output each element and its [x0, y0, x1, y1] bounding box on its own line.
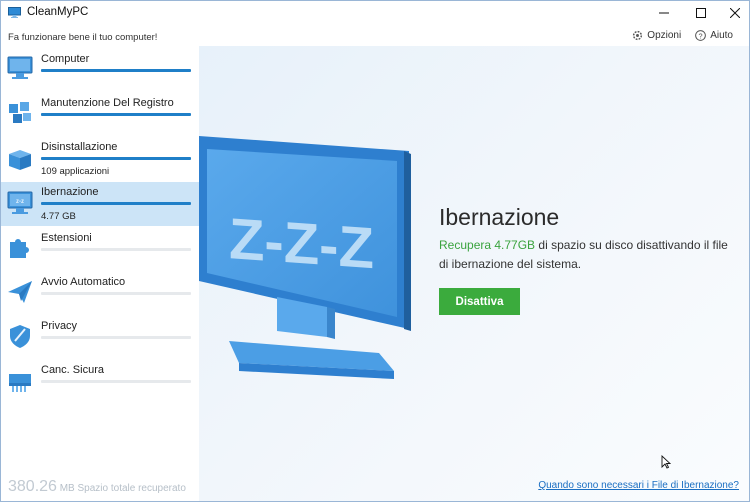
- tagline: Fa funzionare bene il tuo computer!: [8, 32, 158, 43]
- help-header-link[interactable]: ? Aiuto: [695, 30, 733, 41]
- page-title: Ibernazione: [439, 204, 560, 230]
- sidebar-progress: [41, 336, 191, 339]
- maximize-icon: [696, 8, 706, 18]
- options-label: Opzioni: [647, 30, 682, 41]
- shredder-icon: [9, 374, 31, 392]
- title-bar: CleanMyPC: [1, 1, 749, 25]
- box-icon: [9, 150, 31, 170]
- sidebar-item-label: Computer: [41, 53, 90, 65]
- app-window: CleanMyPC Fa funzionare bene il tuo comp…: [0, 0, 750, 502]
- progress-fill: [41, 157, 191, 160]
- help-icon: ?: [695, 30, 707, 41]
- hibernation-help-link[interactable]: Quando sono necessari i File di Ibernazi…: [538, 480, 739, 491]
- sidebar-item-label: Ibernazione: [41, 186, 99, 198]
- progress-fill: [41, 202, 191, 205]
- minimize-icon: [659, 12, 669, 14]
- sidebar-item-label: Privacy: [41, 320, 78, 332]
- recovered-space: 380.26 MB Spazio totale recuperato: [8, 478, 186, 496]
- sidebar-item-secure-delete[interactable]: Canc. Sicura: [1, 358, 199, 402]
- sidebar-item-extensions[interactable]: Estensioni: [1, 226, 199, 270]
- sidebar-item-label: Canc. Sicura: [41, 364, 104, 376]
- hibernation-monitor-icon: z-z: [7, 191, 33, 214]
- sidebar-progress: [41, 292, 191, 295]
- svg-text:z-z: z-z: [16, 199, 24, 205]
- progress-fill: [41, 113, 191, 116]
- sidebar-progress: [41, 113, 191, 116]
- sidebar-item-label: Avvio Automatico: [41, 276, 126, 288]
- header-links: Opzioni ? Aiuto: [632, 30, 733, 41]
- registry-cubes-icon: [9, 102, 31, 123]
- computer-icon: [7, 56, 33, 79]
- recovered-text: MB Spazio totale recuperato: [59, 483, 186, 494]
- disable-button[interactable]: Disattiva: [439, 288, 520, 315]
- sidebar-item-registry[interactable]: Manutenzione Del Registro: [1, 90, 199, 134]
- progress-fill: [41, 69, 191, 72]
- sidebar-item-label: Manutenzione Del Registro: [41, 97, 174, 109]
- sidebar-progress: [41, 157, 191, 160]
- gear-icon: [633, 30, 643, 41]
- sidebar-progress: [41, 69, 191, 72]
- description: Recupera 4.77GB di spazio su disco disat…: [439, 236, 729, 274]
- minimize-button[interactable]: [646, 1, 682, 25]
- sidebar: Computer Manutenzione Del Registro Disin…: [1, 46, 199, 501]
- sidebar-item-sub: 109 applicazioni: [41, 166, 110, 177]
- sidebar-item-startup[interactable]: Avvio Automatico: [1, 270, 199, 314]
- mouse-cursor-icon: [661, 455, 671, 469]
- maximize-button[interactable]: [683, 1, 719, 25]
- sidebar-item-label: Disinstallazione: [41, 141, 118, 153]
- close-button[interactable]: [717, 1, 750, 25]
- sidebar-item-computer[interactable]: Computer: [1, 46, 199, 90]
- recovered-value: 380.26: [8, 478, 57, 495]
- description-highlight: Recupera 4.77GB: [439, 238, 536, 252]
- sidebar-item-sub: 4.77 GB: [41, 211, 76, 222]
- svg-text:?: ?: [699, 31, 703, 40]
- paper-plane-icon: [8, 281, 32, 303]
- sidebar-progress: [41, 380, 191, 383]
- options-link[interactable]: Opzioni: [632, 30, 681, 41]
- main-panel: Z-Z-Z Ibernazione Recupera 4.77GB di spa…: [199, 46, 749, 501]
- sidebar-progress: [41, 202, 191, 205]
- sidebar-item-privacy[interactable]: Privacy: [1, 314, 199, 358]
- svg-text:Z-Z-Z: Z-Z-Z: [229, 206, 374, 281]
- broom-shield-icon: [10, 325, 30, 348]
- close-icon: [730, 8, 740, 18]
- help-label: Aiuto: [710, 30, 733, 41]
- sidebar-item-uninstall[interactable]: Disinstallazione 109 applicazioni: [1, 134, 199, 178]
- puzzle-icon: [10, 239, 29, 258]
- window-title: CleanMyPC: [27, 6, 89, 18]
- sidebar-item-hibernation[interactable]: z-z Ibernazione 4.77 GB: [1, 182, 199, 226]
- sleeping-monitor-illustration: Z-Z-Z: [199, 136, 411, 379]
- sidebar-item-label: Estensioni: [41, 232, 92, 244]
- sidebar-progress: [41, 248, 191, 251]
- app-monitor-icon: [8, 7, 21, 18]
